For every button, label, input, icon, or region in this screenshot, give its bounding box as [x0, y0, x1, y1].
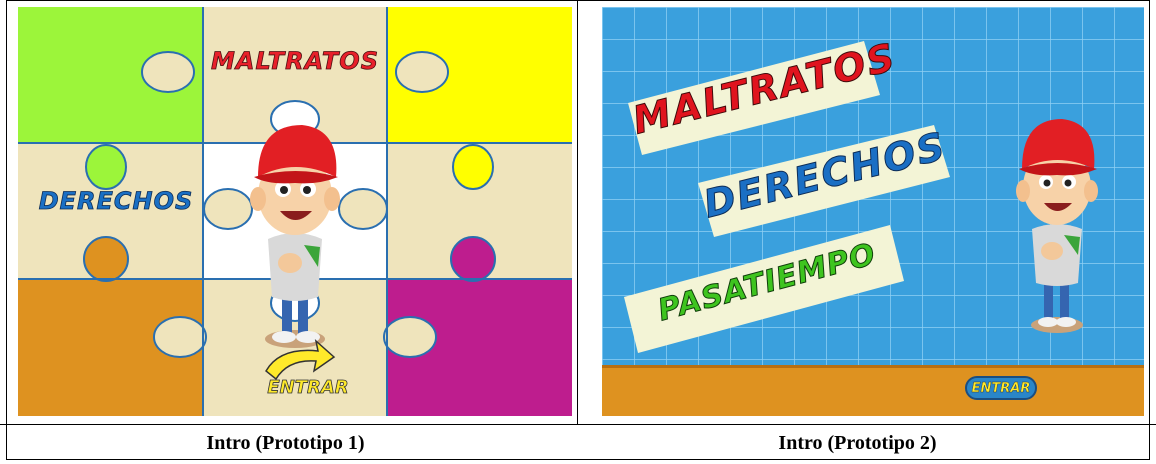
menu-derechos-button[interactable]: DERECHOS — [26, 187, 206, 216]
prototype-2-screen: MALTRATOS DERECHOS PASATIEMPO ENTRAR — [602, 7, 1144, 416]
column-divider — [577, 0, 578, 424]
prototype-1-screen: MALTRATOS DERECHOS ENTRAR — [18, 7, 572, 416]
row-divider — [0, 424, 1156, 425]
floor — [602, 367, 1144, 416]
floor-edge — [602, 365, 1144, 368]
entrar-label: ENTRAR — [971, 381, 1031, 396]
caption-prototype-1: Intro (Prototipo 1) — [206, 431, 365, 454]
caption-prototype-2: Intro (Prototipo 2) — [778, 431, 937, 454]
entrar-button[interactable]: ENTRAR — [966, 378, 1036, 398]
entrar-label: ENTRAR — [267, 377, 349, 399]
derechos-label: DERECHOS — [38, 187, 194, 216]
menu-maltratos-button[interactable]: MALTRATOS — [205, 47, 385, 76]
maltratos-label: MALTRATOS — [211, 47, 379, 76]
entrar-button[interactable]: ENTRAR — [248, 377, 368, 399]
